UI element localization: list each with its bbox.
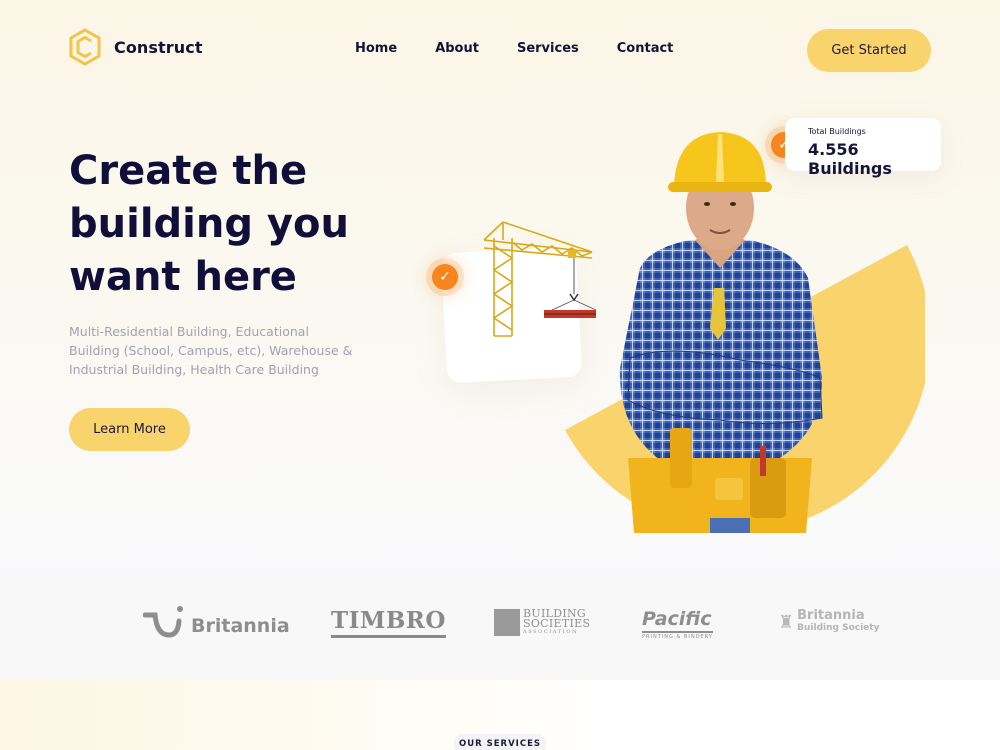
main-nav: Home About Services Contact xyxy=(355,41,673,56)
building-societies-square-icon xyxy=(494,609,520,636)
hero-title-line: Create the xyxy=(69,148,308,194)
logo-line: Britannia xyxy=(797,608,865,623)
logo-line: SOCIETIES xyxy=(523,617,591,630)
logo[interactable]: Construct xyxy=(68,28,203,66)
hero-title-line: building you xyxy=(69,201,349,247)
nav-services[interactable]: Services xyxy=(517,41,579,56)
pacific-logo-text: Pacific xyxy=(642,608,712,630)
pacific-logo[interactable]: Pacific PRINTING & BINDERY xyxy=(642,608,713,640)
timbro-logo[interactable]: TIMBRO xyxy=(331,608,446,638)
nav-contact[interactable]: Contact xyxy=(617,41,674,56)
nav-home[interactable]: Home xyxy=(355,41,397,56)
stat-label: Total Buildings xyxy=(808,127,866,136)
hero-title: Create the building you want here xyxy=(69,145,399,304)
services-eyebrow: OUR SERVICES xyxy=(454,734,546,750)
crane-icon xyxy=(483,221,597,337)
britannia-logo-text: Britannia xyxy=(191,615,290,637)
brand-name: Construct xyxy=(114,37,203,57)
nav-about[interactable]: About xyxy=(435,41,479,56)
stat-value: 4.556 Buildings xyxy=(808,140,892,178)
hexagon-logo-icon xyxy=(69,28,101,66)
total-buildings-card: Total Buildings 4.556 Buildings xyxy=(785,118,941,178)
hero-description: Multi-Residential Building, Educational … xyxy=(69,324,353,377)
britannia-building-society-logo[interactable]: ♜ Britannia Building Society xyxy=(778,608,880,634)
building-societies-logo-text: BUILDING SOCIETIES ASSOCIATION xyxy=(523,608,591,636)
britannia-smile-icon xyxy=(143,606,183,638)
pacific-logo-tag: PRINTING & BINDERY xyxy=(642,631,713,640)
building-societies-logo[interactable]: BUILDING SOCIETIES ASSOCIATION xyxy=(494,608,591,636)
britannia-bs-logo-text: Britannia Building Society xyxy=(797,608,880,634)
hero-title-line: want here xyxy=(69,254,297,300)
learn-more-button[interactable]: Learn More xyxy=(69,408,190,451)
get-started-button[interactable]: Get Started xyxy=(807,29,931,72)
logo-line: Building Society xyxy=(797,623,880,633)
britannia-logo[interactable]: Britannia xyxy=(143,605,290,639)
checkmark-icon: ✓ xyxy=(432,264,458,290)
construction-worker-image xyxy=(619,132,823,533)
britannia-figure-icon: ♜ xyxy=(778,611,795,633)
logo-line: ASSOCIATION xyxy=(523,629,578,635)
